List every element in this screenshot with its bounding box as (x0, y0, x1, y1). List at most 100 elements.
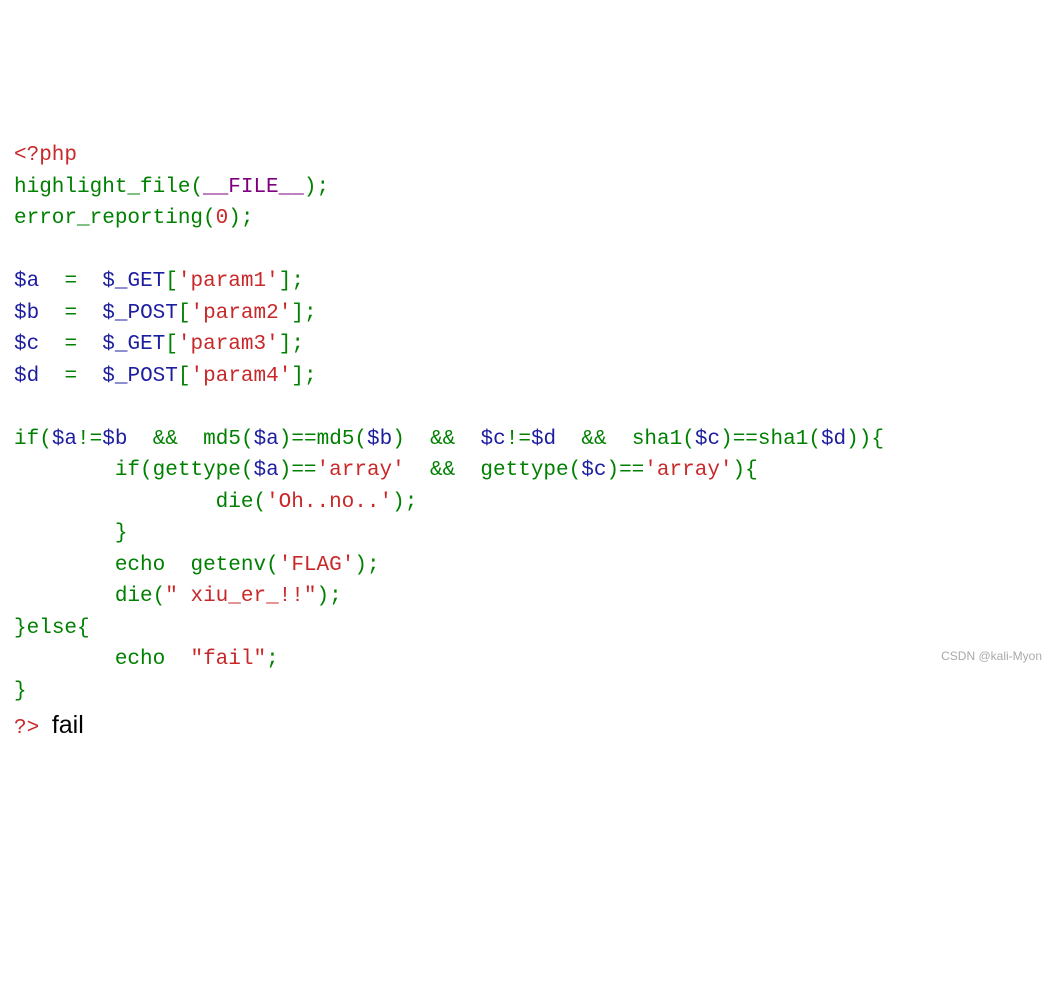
var-a: $a (253, 459, 278, 482)
var-b: $b (367, 428, 392, 451)
keyword-if: if (14, 428, 39, 451)
string-param2: param2 (203, 302, 279, 325)
op-and: && (430, 459, 455, 482)
php-close-tag: ?> (14, 717, 39, 740)
paren-close: ) (317, 585, 330, 608)
quote: ' (191, 365, 204, 388)
var-d: $d (14, 365, 39, 388)
var-c: $c (14, 333, 39, 356)
string-param4: param4 (203, 365, 279, 388)
brace-close: } (14, 617, 27, 640)
keyword-if: if (115, 459, 140, 482)
quote: ' (191, 302, 204, 325)
semicolon: ; (304, 365, 317, 388)
paren-open: ( (354, 428, 367, 451)
string-array: array (329, 459, 392, 482)
paren-close: ) (392, 491, 405, 514)
quote: ' (720, 459, 733, 482)
quote-dbl: " (190, 648, 203, 671)
paren-close: ) (228, 207, 241, 230)
superglobal-post: $_POST (102, 302, 178, 325)
bracket-close: ] (279, 333, 292, 356)
quote: ' (178, 270, 191, 293)
paren-close: ) (354, 554, 367, 577)
semicolon: ; (291, 333, 304, 356)
paren-open: ( (190, 176, 203, 199)
paren-open: ( (153, 585, 166, 608)
op-assign: = (64, 302, 77, 325)
paren-open: ( (253, 491, 266, 514)
op-neq: != (77, 428, 102, 451)
paren-open: ( (241, 428, 254, 451)
paren-open: ( (569, 459, 582, 482)
func-gettype: gettype (480, 459, 568, 482)
var-a: $a (52, 428, 77, 451)
output-fail: fail (52, 711, 84, 739)
paren-close: ) (279, 428, 292, 451)
literal-zero: 0 (216, 207, 229, 230)
quote-dbl: " (165, 585, 178, 608)
func-gettype: gettype (153, 459, 241, 482)
paren-open: ( (39, 428, 52, 451)
func-die: die (216, 491, 254, 514)
paren-close: ) (606, 459, 619, 482)
keyword-else: else (27, 617, 77, 640)
op-eqeq: == (291, 428, 316, 451)
string-param3: param3 (191, 333, 267, 356)
quote: ' (266, 270, 279, 293)
bracket-close: ] (291, 302, 304, 325)
quote: ' (266, 491, 279, 514)
quote: ' (266, 333, 279, 356)
quote: ' (178, 333, 191, 356)
bracket-close: ] (291, 365, 304, 388)
paren-close: ) (733, 459, 746, 482)
func-die: die (115, 585, 153, 608)
quote: ' (279, 554, 292, 577)
func-error-reporting: error_reporting (14, 207, 203, 230)
func-md5: md5 (317, 428, 355, 451)
const-file: __FILE__ (203, 176, 304, 199)
var-c: $c (695, 428, 720, 451)
paren-close: ) (279, 459, 292, 482)
paren-close: ) (720, 428, 733, 451)
var-a: $a (14, 270, 39, 293)
string-flag: FLAG (291, 554, 341, 577)
string-ohno: Oh..no.. (279, 491, 380, 514)
op-assign: = (64, 365, 77, 388)
func-getenv: getenv (190, 554, 266, 577)
string-xiuer: xiu_er_!! (178, 585, 304, 608)
paren-open: ( (241, 459, 254, 482)
func-sha1: sha1 (632, 428, 682, 451)
keyword-echo: echo (115, 648, 165, 671)
bracket-open: [ (165, 270, 178, 293)
op-eqeq: == (619, 459, 644, 482)
php-source-code: <?php highlight_file(__FILE__); error_re… (14, 144, 884, 740)
quote-dbl: " (304, 585, 317, 608)
semicolon: ; (304, 302, 317, 325)
op-neq: != (506, 428, 531, 451)
paren-open: ( (203, 207, 216, 230)
string-array: array (657, 459, 720, 482)
paren-close: ) (392, 428, 405, 451)
semicolon: ; (405, 491, 418, 514)
semicolon: ; (291, 270, 304, 293)
paren-open: ( (682, 428, 695, 451)
func-md5: md5 (203, 428, 241, 451)
op-and: && (581, 428, 606, 451)
op-eqeq: == (733, 428, 758, 451)
bracket-open: [ (165, 333, 178, 356)
op-assign: = (64, 333, 77, 356)
brace-open: { (77, 617, 90, 640)
paren-open: ( (140, 459, 153, 482)
string-param1: param1 (191, 270, 267, 293)
brace-close: } (115, 522, 128, 545)
watermark: CSDN @kali-Myon (941, 647, 1042, 665)
quote: ' (392, 459, 405, 482)
var-c: $c (481, 428, 506, 451)
quote-dbl: " (254, 648, 267, 671)
op-assign: = (64, 270, 77, 293)
bracket-close: ] (279, 270, 292, 293)
op-and: && (430, 428, 455, 451)
func-highlight-file: highlight_file (14, 176, 190, 199)
bracket-open: [ (178, 302, 191, 325)
